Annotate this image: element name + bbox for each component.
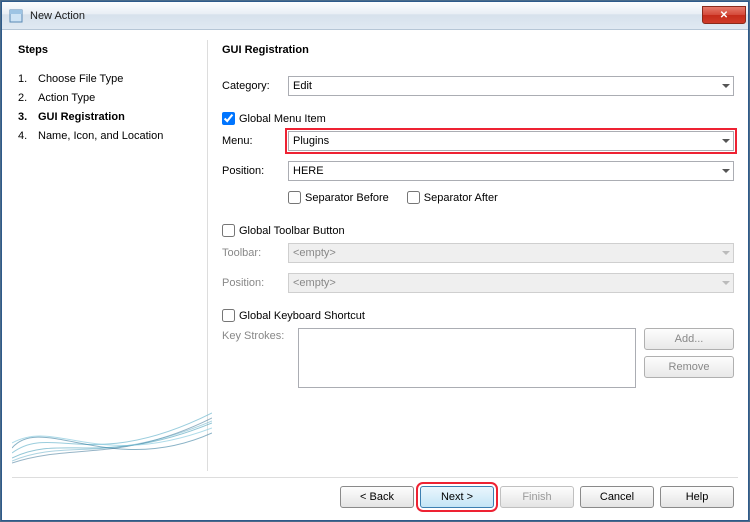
global-menu-checkbox-row: Global Menu Item	[222, 112, 734, 125]
category-value: Edit	[293, 80, 312, 92]
dialog-body: Steps 1.Choose File Type 2.Action Type 3…	[2, 30, 748, 520]
toolbar-row: Toolbar: <empty>	[222, 243, 734, 263]
global-menu-checkbox-label: Global Menu Item	[239, 113, 326, 125]
footer-separator	[12, 477, 738, 478]
step-item-current: 3.GUI Registration	[18, 108, 199, 127]
chevron-down-icon	[722, 251, 730, 255]
global-toolbar-checkbox-row: Global Toolbar Button	[222, 224, 734, 237]
toolbar-position-value: <empty>	[293, 277, 336, 289]
window-title: New Action	[30, 10, 702, 22]
keystrokes-row: Key Strokes: Add... Remove	[222, 328, 734, 388]
remove-keystroke-button: Remove	[644, 356, 734, 378]
toolbar-label: Toolbar:	[222, 247, 288, 259]
sep-before-row: Separator Before	[288, 191, 389, 204]
steps-panel: Steps 1.Choose File Type 2.Action Type 3…	[12, 40, 208, 471]
next-button[interactable]: Next >	[420, 486, 494, 508]
keystrokes-textarea	[298, 328, 636, 388]
chevron-down-icon	[722, 169, 730, 173]
keystrokes-label: Key Strokes:	[222, 328, 298, 342]
toolbar-position-label: Position:	[222, 277, 288, 289]
window-close-button[interactable]: ✕	[702, 6, 746, 24]
global-menu-checkbox[interactable]	[222, 112, 235, 125]
toolbar-position-row: Position: <empty>	[222, 273, 734, 293]
dialog-window: New Action ✕ Steps 1.Choose File Type 2.…	[1, 1, 749, 521]
global-shortcut-checkbox-row: Global Keyboard Shortcut	[222, 309, 734, 322]
menu-dropdown[interactable]: Plugins	[288, 131, 734, 151]
menu-value: Plugins	[293, 135, 329, 147]
steps-heading: Steps	[18, 44, 199, 60]
footer-buttons: < Back Next > Finish Cancel Help	[12, 486, 738, 510]
position-value: HERE	[293, 165, 324, 177]
steps-list: 1.Choose File Type 2.Action Type 3.GUI R…	[18, 70, 199, 146]
category-row: Category: Edit	[222, 76, 734, 96]
main-heading: GUI Registration	[222, 44, 734, 56]
titlebar[interactable]: New Action ✕	[2, 2, 748, 30]
position-dropdown[interactable]: HERE	[288, 161, 734, 181]
menu-row: Menu: Plugins	[222, 131, 734, 151]
global-shortcut-checkbox[interactable]	[222, 309, 235, 322]
step-item: 4.Name, Icon, and Location	[18, 127, 199, 146]
global-shortcut-checkbox-label: Global Keyboard Shortcut	[239, 310, 365, 322]
main-panel: GUI Registration Category: Edit Global M…	[208, 40, 738, 471]
global-toolbar-checkbox-label: Global Toolbar Button	[239, 225, 345, 237]
sep-after-checkbox[interactable]	[407, 191, 420, 204]
sep-after-row: Separator After	[407, 191, 498, 204]
back-button[interactable]: < Back	[340, 486, 414, 508]
step-item: 2.Action Type	[18, 89, 199, 108]
app-icon	[8, 8, 24, 24]
add-keystroke-button: Add...	[644, 328, 734, 350]
chevron-down-icon	[722, 139, 730, 143]
sep-before-checkbox[interactable]	[288, 191, 301, 204]
position-label: Position:	[222, 165, 288, 177]
separator-row: Separator Before Separator After	[288, 191, 734, 210]
help-button[interactable]: Help	[660, 486, 734, 508]
step-item: 1.Choose File Type	[18, 70, 199, 89]
close-icon: ✕	[720, 10, 728, 21]
toolbar-dropdown: <empty>	[288, 243, 734, 263]
toolbar-value: <empty>	[293, 247, 336, 259]
menu-label: Menu:	[222, 135, 288, 147]
cancel-button[interactable]: Cancel	[580, 486, 654, 508]
sep-after-label: Separator After	[424, 192, 498, 204]
toolbar-position-dropdown: <empty>	[288, 273, 734, 293]
chevron-down-icon	[722, 281, 730, 285]
chevron-down-icon	[722, 84, 730, 88]
category-label: Category:	[222, 80, 288, 92]
category-dropdown[interactable]: Edit	[288, 76, 734, 96]
sep-before-label: Separator Before	[305, 192, 389, 204]
finish-button: Finish	[500, 486, 574, 508]
position-row: Position: HERE	[222, 161, 734, 181]
global-toolbar-checkbox[interactable]	[222, 224, 235, 237]
